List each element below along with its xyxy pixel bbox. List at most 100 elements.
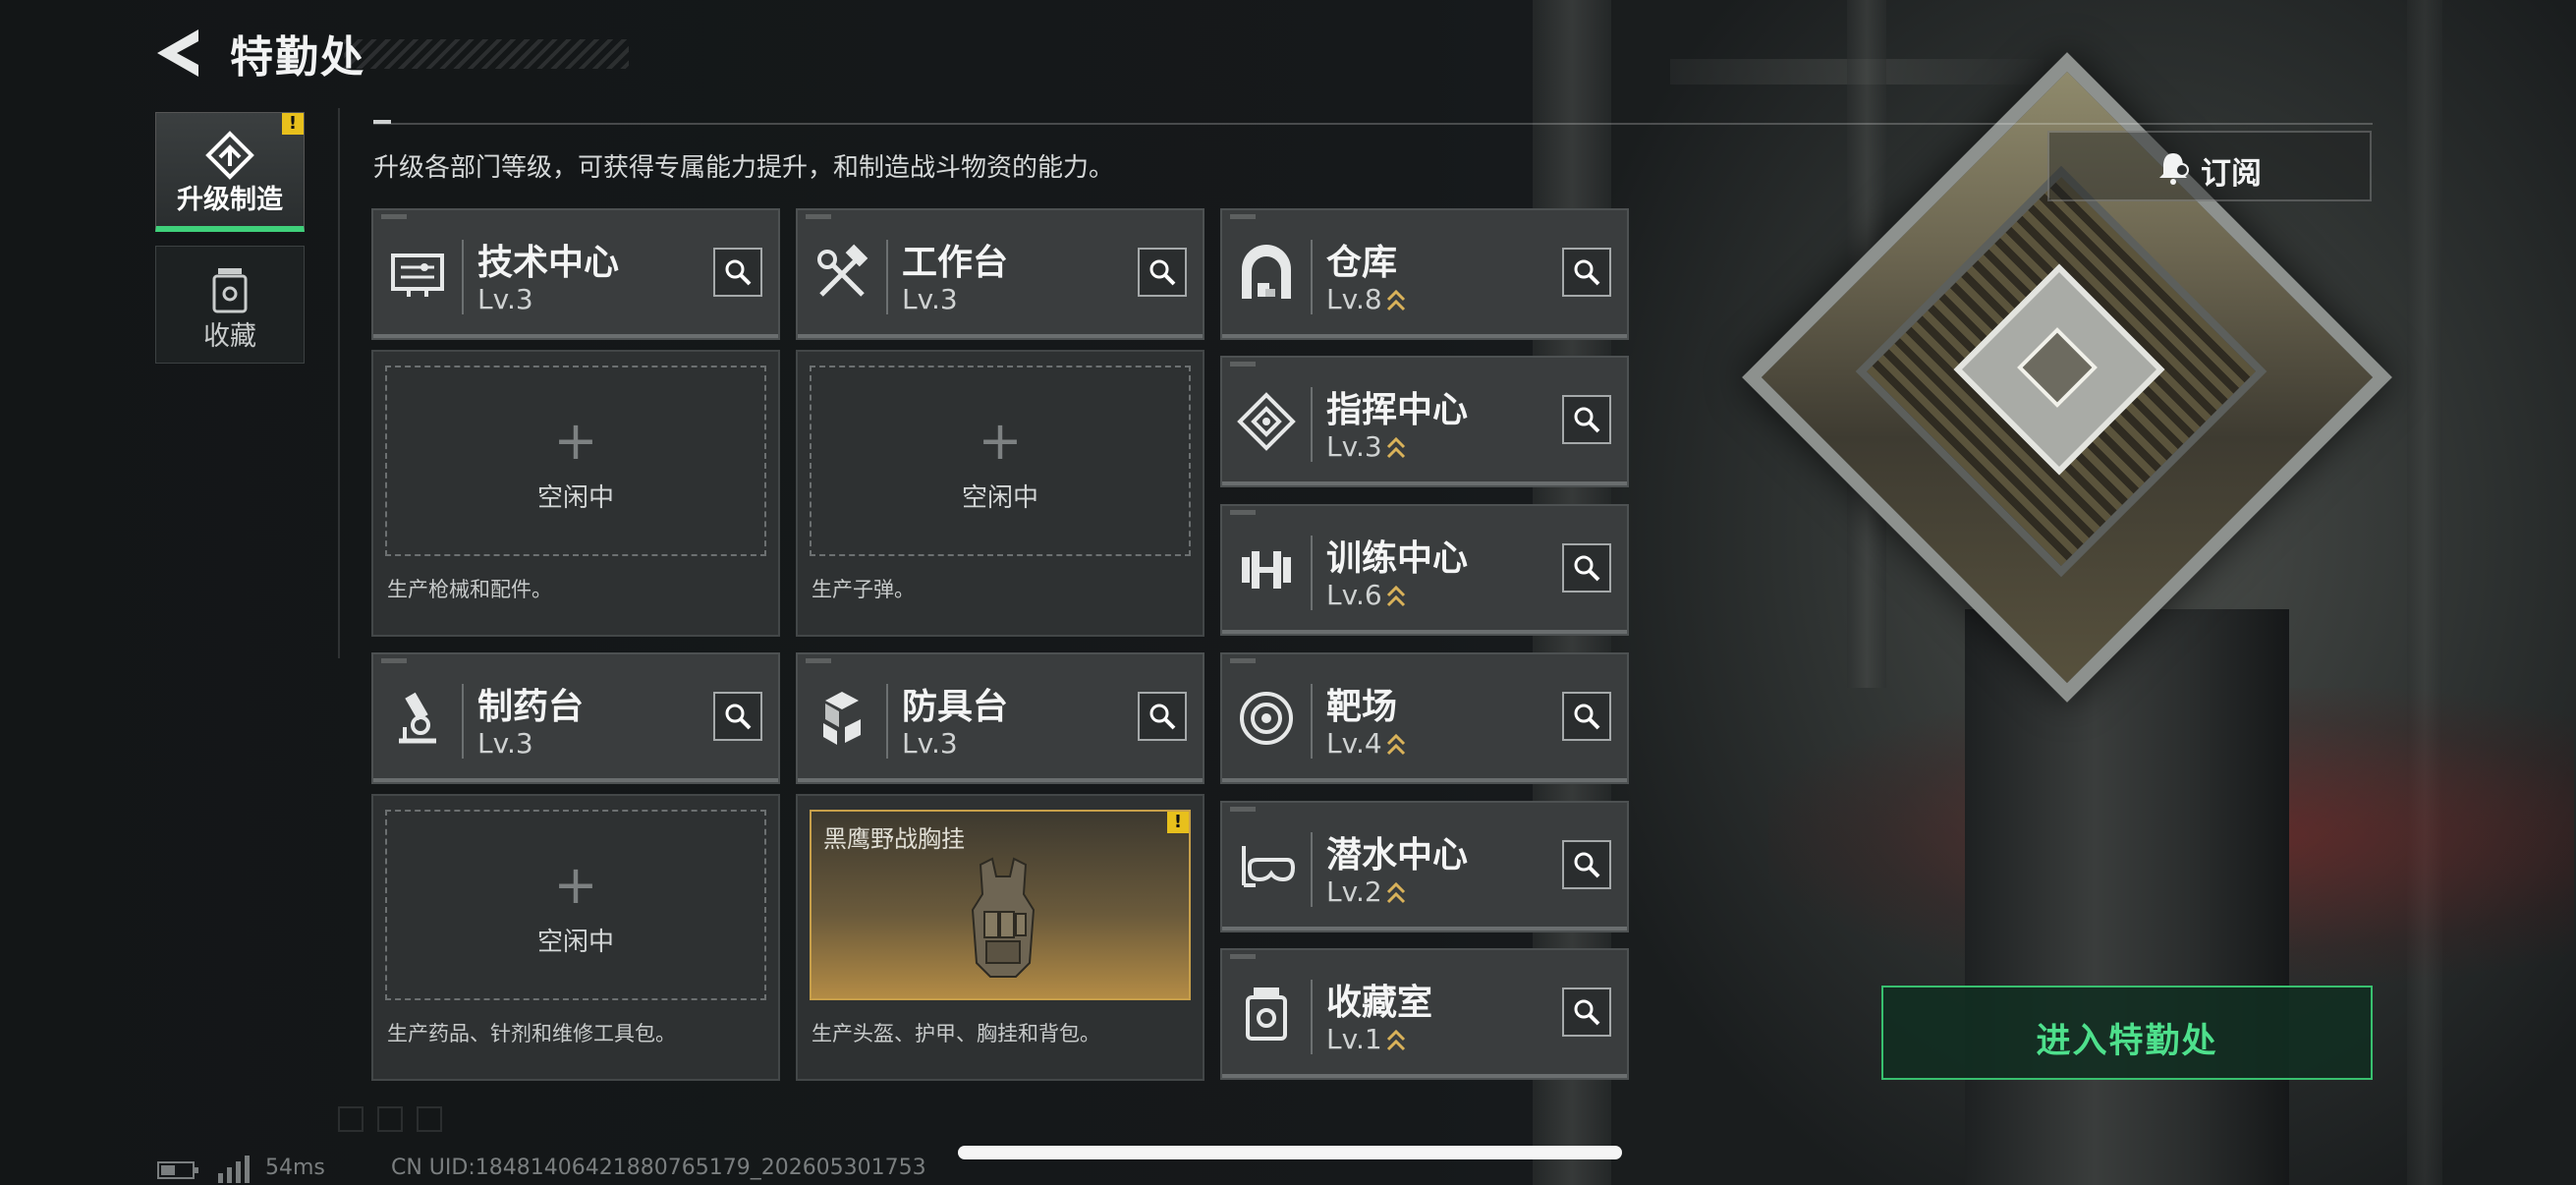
workshop-card-workbench[interactable]: 工作台 Lv.3 <box>796 208 1204 340</box>
details-button[interactable] <box>1138 692 1187 741</box>
signal-icon <box>218 1156 250 1183</box>
tab-upgrade-craft[interactable]: ! 升级制造 <box>155 112 305 232</box>
facility-card-shooting-range[interactable]: 靶场 Lv.4 <box>1220 652 1629 784</box>
tab-upgrade-craft-label: 升级制造 <box>177 185 283 215</box>
facility-level-row: Lv.1 <box>1326 1023 1406 1055</box>
facility-level-row: Lv.4 <box>1326 727 1406 760</box>
details-button[interactable] <box>1562 248 1611 297</box>
warehouse-icon <box>1242 245 1291 299</box>
upgrade-available-icon <box>1386 881 1405 904</box>
search-icon <box>1149 259 1176 286</box>
facility-card-diving-center[interactable]: 潜水中心 Lv.2 <box>1220 801 1629 932</box>
footer-decoration <box>338 1106 364 1132</box>
warning-badge: ! <box>1167 812 1189 833</box>
tab-collection-label: 收藏 <box>203 321 256 352</box>
chest-rig-image <box>971 857 1036 978</box>
user-uid: CN UID:18481406421880765179_202605301753 <box>391 1156 926 1180</box>
bell-icon <box>2159 153 2189 185</box>
facility-level: Lv.1 <box>1326 1023 1382 1055</box>
workshop-name: 工作台 <box>902 243 1009 283</box>
production-panel-pharmacy: + 空闲中 生产药品、针剂和维修工具包。 <box>371 794 780 1081</box>
facility-name: 指挥中心 <box>1326 390 1469 430</box>
workshop-name: 技术中心 <box>477 243 620 283</box>
add-icon: + <box>553 854 598 916</box>
warning-badge: ! <box>282 113 304 135</box>
search-icon <box>1149 704 1176 730</box>
production-description: 生产枪械和配件。 <box>387 578 552 601</box>
command-center-icon <box>1237 392 1296 451</box>
slot-status: 空闲中 <box>961 483 1038 513</box>
facility-name: 收藏室 <box>1326 983 1433 1023</box>
tech-center-icon <box>391 254 444 297</box>
dumbbell-icon <box>1242 551 1291 589</box>
facility-card-training-center[interactable]: 训练中心 Lv.6 <box>1220 504 1629 636</box>
facility-level-row: Lv.3 <box>1326 430 1406 463</box>
facility-name: 训练中心 <box>1326 538 1469 579</box>
search-icon <box>1574 852 1600 878</box>
production-slot-empty[interactable]: + 空闲中 <box>810 366 1191 556</box>
details-button[interactable] <box>1562 543 1611 592</box>
production-panel-armor: 黑鹰野战胸挂 ! 生产头盔、护甲、胸挂和背包。 <box>796 794 1204 1081</box>
collection-room-icon <box>1246 988 1287 1041</box>
workshop-card-armor[interactable]: 防具台 Lv.3 <box>796 652 1204 784</box>
details-button[interactable] <box>713 248 762 297</box>
facility-level: Lv.4 <box>1326 727 1382 760</box>
enter-special-ops-button[interactable]: 进入特勤处 <box>1881 986 2373 1080</box>
microscope-icon <box>399 692 436 744</box>
target-icon <box>1240 692 1293 745</box>
production-item-name: 黑鹰野战胸挂 <box>823 825 965 853</box>
upgrade-craft-icon <box>205 131 254 180</box>
collection-jar-icon <box>212 268 248 313</box>
facility-level: Lv.8 <box>1326 283 1382 315</box>
production-panel-tech-center: + 空闲中 生产枪械和配件。 <box>371 350 780 637</box>
details-button[interactable] <box>1562 395 1611 444</box>
production-slot-empty[interactable]: + 空闲中 <box>385 366 766 556</box>
upgrade-available-icon <box>1386 585 1405 607</box>
subscribe-button[interactable]: 订阅 <box>2047 131 2372 201</box>
facility-card-collection-room[interactable]: 收藏室 Lv.1 <box>1220 948 1629 1080</box>
page-title: 特勤处 <box>230 32 365 83</box>
slot-status: 空闲中 <box>536 928 614 957</box>
footer-decoration <box>377 1106 403 1132</box>
facility-level: Lv.3 <box>1326 430 1382 463</box>
search-icon <box>1574 259 1600 286</box>
details-button[interactable] <box>713 692 762 741</box>
facility-name: 仓库 <box>1326 243 1398 283</box>
workshop-card-tech-center[interactable]: 技术中心 Lv.3 <box>371 208 780 340</box>
title-decoration <box>344 39 629 69</box>
production-slot-empty[interactable]: + 空闲中 <box>385 810 766 1000</box>
armor-cubes-icon <box>823 692 861 745</box>
search-icon <box>1574 555 1600 582</box>
workshop-level: Lv.3 <box>477 727 533 760</box>
production-item-slot[interactable]: 黑鹰野战胸挂 ! <box>810 810 1191 1000</box>
search-icon <box>725 259 752 286</box>
tab-collection[interactable]: 收藏 <box>155 246 305 364</box>
search-icon <box>1574 407 1600 433</box>
details-button[interactable] <box>1138 248 1187 297</box>
facility-card-command-center[interactable]: 指挥中心 Lv.3 <box>1220 356 1629 487</box>
facility-name: 靶场 <box>1326 687 1398 727</box>
search-icon <box>1574 999 1600 1026</box>
details-button[interactable] <box>1562 692 1611 741</box>
footer-decoration <box>417 1106 442 1132</box>
workshop-card-pharmacy[interactable]: 制药台 Lv.3 <box>371 652 780 784</box>
back-button[interactable] <box>155 28 200 79</box>
search-icon <box>1574 704 1600 730</box>
page-description: 升级各部门等级，可获得专属能力提升，和制造战斗物资的能力。 <box>373 153 1115 183</box>
back-arrow-icon <box>157 29 198 77</box>
home-indicator[interactable] <box>958 1146 1622 1159</box>
production-description: 生产药品、针剂和维修工具包。 <box>387 1022 676 1045</box>
workshop-name: 防具台 <box>902 687 1009 727</box>
subscribe-label: 订阅 <box>2201 156 2262 192</box>
facility-level-row: Lv.2 <box>1326 875 1406 908</box>
battery-icon <box>157 1161 198 1179</box>
diving-mask-icon <box>1242 846 1296 887</box>
facility-card-warehouse[interactable]: 仓库 Lv.8 <box>1220 208 1629 340</box>
details-button[interactable] <box>1562 840 1611 889</box>
network-ping: 54ms <box>265 1156 325 1180</box>
details-button[interactable] <box>1562 988 1611 1037</box>
upgrade-available-icon <box>1386 436 1405 459</box>
workshop-level: Lv.3 <box>902 283 958 315</box>
add-icon: + <box>978 410 1023 472</box>
workshop-level: Lv.3 <box>902 727 958 760</box>
